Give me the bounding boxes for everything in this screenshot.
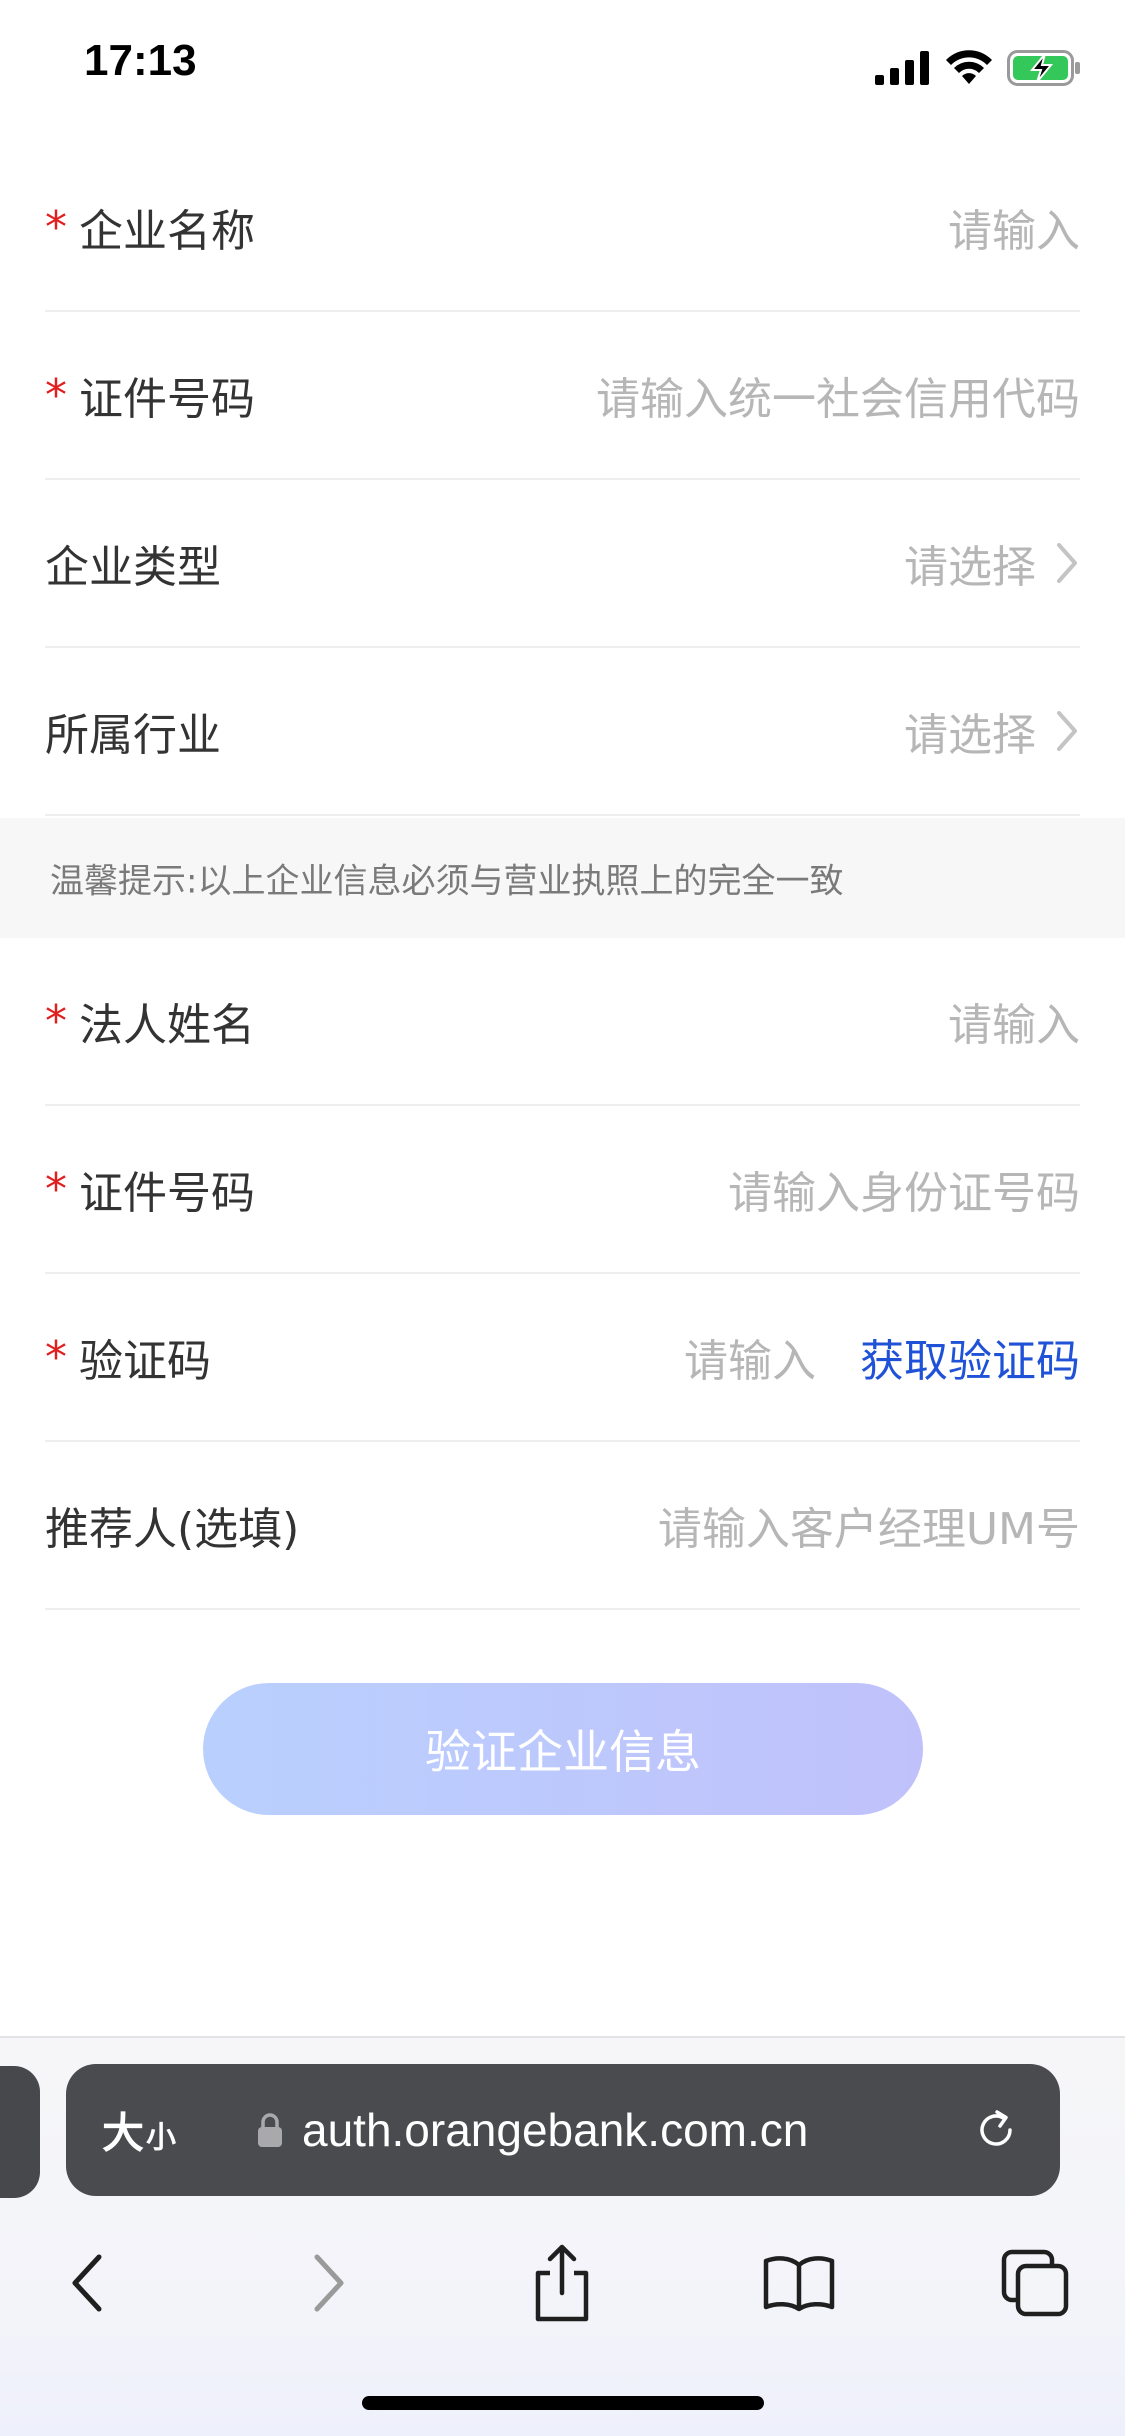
- back-button[interactable]: [42, 2238, 132, 2328]
- home-indicator: [362, 2396, 764, 2410]
- company-id-label-text: 证件号码: [79, 374, 255, 425]
- chevron-right-icon: [1057, 711, 1077, 751]
- industry-value: 请选择: [904, 710, 1036, 761]
- status-bar: 17:13: [0, 0, 1125, 140]
- legal-name-label: * 法人姓名: [45, 989, 255, 1053]
- battery-charging-icon: [1007, 50, 1080, 86]
- legal-id-row[interactable]: * 证件号码 请输入身份证号码: [45, 1106, 1080, 1274]
- company-name-row[interactable]: * 企业名称 请输入: [45, 144, 1080, 312]
- tip-text: 温馨提示:以上企业信息必须与营业执照上的完全一致: [50, 861, 844, 902]
- chevron-right-icon: [314, 2254, 344, 2312]
- text-size-button[interactable]: 大 小: [102, 2100, 176, 2161]
- company-name-label: * 企业名称: [45, 195, 255, 259]
- company-type-select[interactable]: 请选择: [904, 531, 1080, 595]
- chevron-right-icon: [1057, 543, 1077, 583]
- required-mark: *: [45, 1163, 67, 1215]
- book-icon: [763, 2256, 835, 2312]
- share-button[interactable]: [517, 2238, 607, 2328]
- referrer-placeholder: 请输入客户经理UM号: [657, 1504, 1080, 1555]
- company-type-row[interactable]: 企业类型 请选择: [45, 480, 1080, 648]
- lock-icon: [258, 2113, 282, 2147]
- referrer-label: 推荐人(选填): [45, 1504, 300, 1555]
- chevron-left-icon: [72, 2254, 102, 2312]
- previous-tab-preview[interactable]: [0, 2066, 40, 2198]
- cellular-signal-icon: [875, 51, 929, 85]
- status-icons: [875, 48, 1081, 88]
- company-id-row[interactable]: * 证件号码 请输入统一社会信用代码: [45, 312, 1080, 480]
- bookmarks-button[interactable]: [754, 2238, 844, 2328]
- verification-code-label: * 验证码: [45, 1325, 211, 1389]
- status-time: 17:13: [84, 36, 197, 85]
- company-id-label: * 证件号码: [45, 363, 255, 427]
- company-name-label-text: 企业名称: [79, 206, 255, 257]
- browser-bottom-bar: 大 小 auth.orangebank.com.cn: [0, 2036, 1125, 2436]
- legal-id-label-text: 证件号码: [79, 1168, 255, 1219]
- referrer-input[interactable]: 请输入客户经理UM号: [658, 1493, 1080, 1557]
- industry-row[interactable]: 所属行业 请选择: [45, 648, 1080, 816]
- legal-name-row[interactable]: * 法人姓名 请输入: [45, 938, 1080, 1106]
- legal-id-placeholder: 请输入身份证号码: [728, 1168, 1080, 1219]
- company-name-input[interactable]: 请输入: [948, 195, 1080, 259]
- industry-label: 所属行业: [45, 710, 221, 761]
- address-bar[interactable]: 大 小 auth.orangebank.com.cn: [66, 2064, 1060, 2196]
- legal-name-placeholder: 请输入: [948, 1000, 1080, 1051]
- verification-code-input[interactable]: 请输入: [684, 1325, 816, 1389]
- reload-icon[interactable]: [970, 2104, 1022, 2156]
- browser-toolbar: [0, 2238, 1125, 2358]
- url-text: auth.orangebank.com.cn: [302, 2104, 809, 2156]
- required-mark: *: [45, 995, 67, 1047]
- verify-company-button[interactable]: 验证企业信息: [203, 1683, 923, 1815]
- verification-code-label-text: 验证码: [79, 1336, 211, 1387]
- required-mark: *: [45, 369, 67, 421]
- legal-id-input[interactable]: 请输入身份证号码: [728, 1157, 1080, 1221]
- legal-name-label-text: 法人姓名: [79, 1000, 255, 1051]
- legal-name-input[interactable]: 请输入: [948, 989, 1080, 1053]
- legal-id-label: * 证件号码: [45, 1157, 255, 1221]
- wifi-icon: [946, 50, 992, 84]
- referrer-row[interactable]: 推荐人(选填) 请输入客户经理UM号: [45, 1442, 1080, 1610]
- industry-select[interactable]: 请选择: [904, 699, 1080, 763]
- text-size-big: 大: [102, 2108, 145, 2158]
- url-field[interactable]: auth.orangebank.com.cn: [256, 2103, 808, 2157]
- tabs-icon: [1001, 2249, 1069, 2317]
- tip-banner: 温馨提示:以上企业信息必须与营业执照上的完全一致: [0, 818, 1125, 938]
- share-icon: [535, 2244, 589, 2322]
- verification-code-row[interactable]: * 验证码 请输入 获取验证码: [45, 1274, 1080, 1442]
- company-id-placeholder: 请输入统一社会信用代码: [596, 374, 1080, 425]
- get-verification-code-button[interactable]: 获取验证码: [860, 1325, 1080, 1389]
- verification-code-field: 请输入 获取验证码: [684, 1325, 1080, 1389]
- page: 17:13 * 企业名称 请输入 * 证件号码 请输入统一社会信用代码 企业类型…: [0, 0, 1125, 2436]
- company-id-input[interactable]: 请输入统一社会信用代码: [596, 363, 1080, 427]
- forward-button[interactable]: [284, 2238, 374, 2328]
- tabs-button[interactable]: [990, 2238, 1080, 2328]
- text-size-small: 小: [146, 2120, 177, 2156]
- company-name-placeholder: 请输入: [948, 206, 1080, 257]
- company-type-label: 企业类型: [45, 542, 221, 593]
- required-mark: *: [45, 201, 67, 253]
- company-type-value: 请选择: [904, 542, 1036, 593]
- required-mark: *: [45, 1331, 67, 1383]
